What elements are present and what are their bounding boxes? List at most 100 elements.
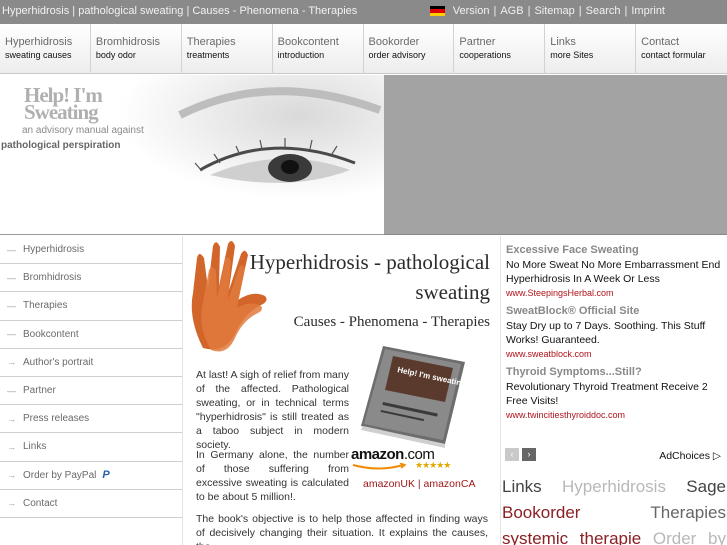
- ad-title[interactable]: Excessive Face Sweating: [506, 244, 727, 256]
- star-rating: ★★★★★: [415, 460, 451, 470]
- sidebar-item-label: Therapies: [23, 300, 68, 312]
- intro-paragraph: At last! A sigh of relief from many of t…: [196, 369, 349, 451]
- page-subtitle: Causes - Phenomena - Therapies: [293, 314, 490, 330]
- ad-text: Revolutionary Thyroid Treatment Receive …: [506, 381, 708, 407]
- separator: |: [578, 5, 582, 17]
- sidebar-item-label: Order by PayPal: [23, 469, 97, 481]
- nav-item-title: Contact: [641, 36, 680, 48]
- nav-item-bromhidrosis[interactable]: Bromhidrosis body odor: [91, 24, 182, 74]
- sidebar-item-label: Bromhidrosis: [23, 272, 82, 284]
- sidebar-item-press-releases[interactable]: → Press releases: [0, 405, 182, 434]
- nav-item-title: Therapies: [186, 36, 236, 48]
- nav-item-bookcontent[interactable]: Bookcontent introduction: [273, 24, 364, 74]
- logo-tagline: pathological perspiration: [1, 140, 121, 151]
- nav-item-bookorder[interactable]: Bookorder order advisory: [364, 24, 455, 74]
- tag-row: Links Hyperhidrosis Sage: [502, 474, 726, 500]
- sidebar-item-hyperhidrosis[interactable]: — Hyperhidrosis: [0, 236, 182, 265]
- sidebar-item-order-by-paypal[interactable]: → Order by PayPal P: [0, 462, 182, 490]
- arrow-right-icon: →: [7, 470, 16, 481]
- nav-item-title: Partner: [459, 36, 496, 48]
- german-flag-icon[interactable]: [429, 6, 445, 16]
- nav-item-title: Bromhidrosis: [95, 36, 161, 48]
- top-bar: Hyperhidrosis | pathological sweating | …: [0, 0, 727, 24]
- paypal-icon: P: [102, 469, 110, 482]
- amazon-wordmark: amazon: [351, 446, 404, 463]
- ad-block[interactable]: SweatBlock® Official Site Stay Dry up to…: [506, 305, 727, 359]
- site-title: Hyperhidrosis | pathological sweating | …: [2, 5, 358, 17]
- adchoices-link[interactable]: AdChoices ▷: [659, 450, 721, 462]
- agb-link[interactable]: AGB: [500, 5, 523, 17]
- arrow-right-icon: →: [7, 441, 16, 452]
- sidebar-item-bookcontent[interactable]: — Bookcontent: [0, 321, 182, 349]
- logo-title[interactable]: Help! I'm Sweating: [24, 85, 134, 123]
- nav-item-subtitle: sweating causes: [5, 50, 72, 60]
- sidebar-item-partner[interactable]: — Partner: [0, 377, 182, 406]
- nav-item-contact[interactable]: Contact contact formular: [636, 24, 727, 74]
- tag-therapies[interactable]: Therapies: [650, 500, 726, 526]
- nav-item-title: Bookorder: [368, 36, 420, 48]
- ad-url[interactable]: www.sweatblock.com: [506, 349, 727, 359]
- prev-ad-icon[interactable]: ‹: [505, 448, 519, 461]
- separator: |: [527, 5, 531, 17]
- objective-paragraph: The book's objective is to help those af…: [196, 513, 488, 545]
- sidebar-item-label: Partner: [23, 385, 56, 397]
- sidebar-item-label: Contact: [23, 497, 58, 509]
- ad-url[interactable]: www.SteepingsHerbal.com: [506, 288, 727, 298]
- ad-url[interactable]: www.twincitiesthyroiddoc.com: [506, 410, 727, 420]
- version-link[interactable]: Version: [453, 5, 490, 17]
- header-banner: Help! I'm Sweating an advisory manual ag…: [0, 75, 727, 235]
- dash-icon: —: [7, 329, 16, 340]
- tag-hyperhidrosis[interactable]: Hyperhidrosis: [562, 474, 666, 500]
- dash-icon: —: [7, 244, 16, 255]
- separator: |: [624, 5, 628, 17]
- amazon-smile-icon: [352, 463, 407, 470]
- sidebar-item-contact[interactable]: → Contact: [0, 490, 182, 518]
- tag-bookorder[interactable]: Bookorder: [502, 500, 580, 526]
- sidebar-item-label: Hyperhidrosis: [23, 244, 85, 256]
- nav-item-title: Links: [550, 36, 576, 48]
- nav-item-title: Hyperhidrosis: [5, 36, 73, 48]
- dash-icon: —: [7, 385, 16, 396]
- nav-item-subtitle: more Sites: [550, 50, 594, 60]
- nav-item-subtitle: cooperations: [459, 50, 511, 60]
- nav-item-subtitle: introduction: [277, 50, 325, 60]
- ad-column: Excessive Face Sweating No More Sweat No…: [500, 236, 727, 545]
- search-link[interactable]: Search: [586, 5, 621, 17]
- next-ad-icon[interactable]: ›: [522, 448, 536, 461]
- sidebar-item-label: Bookcontent: [23, 328, 79, 340]
- sidebar-item-links[interactable]: → Links: [0, 433, 182, 462]
- ad-pager: ‹ ›: [505, 448, 536, 461]
- imprint-link[interactable]: Imprint: [631, 5, 665, 17]
- dash-icon: —: [7, 300, 16, 311]
- ad-title[interactable]: SweatBlock® Official Site: [506, 305, 727, 317]
- ad-block[interactable]: Excessive Face Sweating No More Sweat No…: [506, 244, 727, 298]
- tag-therapie[interactable]: therapie: [580, 526, 641, 545]
- nav-item-therapies[interactable]: Therapies treatments: [182, 24, 273, 74]
- tag-row: systemic therapie Order by: [502, 526, 726, 545]
- separator: |: [493, 5, 497, 17]
- tag-sage[interactable]: Sage: [686, 474, 726, 500]
- nav-item-links[interactable]: Links more Sites: [545, 24, 637, 74]
- sidebar-item-label: Author's portrait: [23, 356, 94, 368]
- page-title: Hyperhidrosis - pathological: [249, 250, 490, 274]
- book-cover[interactable]: Help! I'm sweating!: [353, 340, 473, 450]
- nav-item-hyperhidrosis[interactable]: Hyperhidrosis sweating causes: [0, 24, 91, 74]
- tag-links[interactable]: Links: [502, 474, 542, 500]
- sidebar-item-therapies[interactable]: — Therapies: [0, 292, 182, 321]
- sidebar-item-authors-portrait[interactable]: → Author's portrait: [0, 349, 182, 377]
- tag-order[interactable]: Order: [653, 526, 696, 545]
- nav-item-partner[interactable]: Partner cooperations: [454, 24, 546, 74]
- tag-systemic[interactable]: systemic: [502, 526, 568, 545]
- arrow-right-icon: →: [7, 498, 16, 509]
- tag-by[interactable]: by: [708, 526, 726, 545]
- sidebar-nav: — Hyperhidrosis — Bromhidrosis — Therapi…: [0, 236, 182, 545]
- page-title-line2: sweating: [415, 280, 490, 304]
- sidebar-item-label: Links: [23, 441, 47, 453]
- sitemap-link[interactable]: Sitemap: [534, 5, 574, 17]
- amazon-store-links[interactable]: amazonUK | amazonCA: [363, 478, 475, 490]
- ad-title[interactable]: Thyroid Symptoms...Still?: [506, 366, 727, 378]
- ad-block[interactable]: Thyroid Symptoms...Still? Revolutionary …: [506, 366, 727, 420]
- eye-illustration-icon: [178, 87, 382, 183]
- sidebar-item-bromhidrosis[interactable]: — Bromhidrosis: [0, 264, 182, 293]
- nav-item-subtitle: body odor: [95, 50, 136, 60]
